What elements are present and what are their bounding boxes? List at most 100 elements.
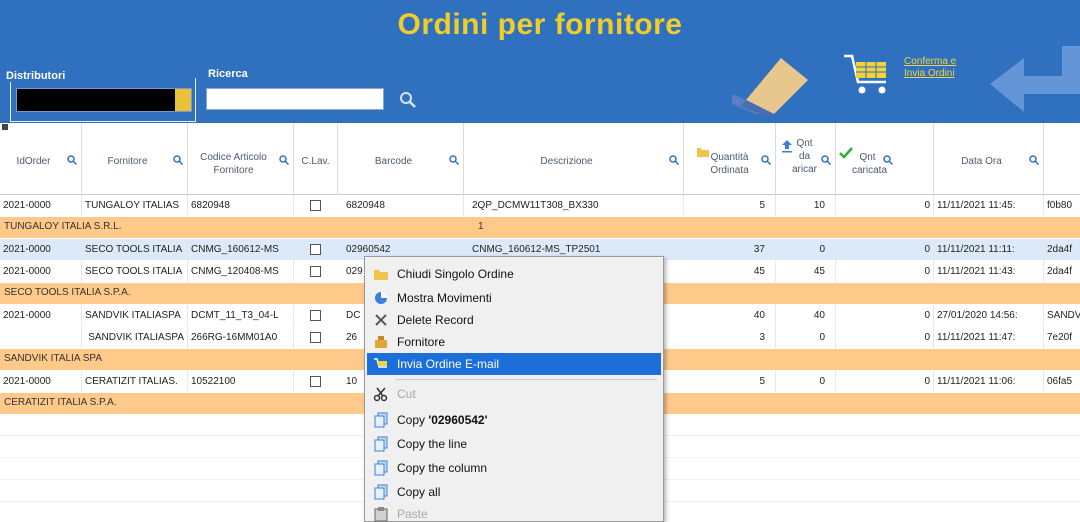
- cell-qty: 45: [684, 261, 776, 282]
- cell-to-load: 10: [776, 195, 836, 216]
- c-lav-checkbox[interactable]: [310, 200, 321, 211]
- filter-search-icon[interactable]: [173, 155, 183, 165]
- menu-delete-record[interactable]: Delete Record: [367, 309, 661, 331]
- col-qty-loaded[interactable]: Qnt caricata: [836, 123, 934, 195]
- filter-search-icon[interactable]: [883, 155, 893, 165]
- menu-supplier[interactable]: Fornitore: [367, 331, 661, 353]
- dropdown-arrow-icon[interactable]: [175, 89, 191, 111]
- col-date-time[interactable]: Data Ora: [934, 123, 1044, 195]
- c-lav-checkbox[interactable]: [310, 266, 321, 277]
- col-qty-to-load[interactable]: Qnt da aricar: [776, 123, 836, 195]
- distributor-label: Distributori: [4, 70, 68, 82]
- cell-barcode: 6820948: [338, 195, 464, 216]
- cell-supplier: SECO TOOLS ITALIA: [82, 239, 188, 260]
- col-extra[interactable]: [1044, 123, 1080, 195]
- folder-icon: [374, 270, 388, 280]
- page-title: Ordini per fornitore: [397, 8, 683, 41]
- filter-search-icon[interactable]: [669, 155, 679, 165]
- menu-copy-value[interactable]: Copy '02960542': [367, 409, 661, 431]
- group-name: SANDVIK ITALIA SPA: [4, 353, 102, 364]
- c-lav-checkbox[interactable]: [310, 244, 321, 255]
- cell-date: 11/11/2021 11:06:: [934, 371, 1044, 392]
- cell-loaded: 0: [836, 305, 934, 326]
- cell-extra: f0b80: [1047, 200, 1073, 211]
- cell-code: CNMG_120408-MS: [188, 261, 294, 282]
- cell-supplier: SANDVIK ITALIASPA: [82, 305, 188, 326]
- col-load-line2: da: [798, 151, 811, 162]
- filter-search-icon[interactable]: [449, 155, 459, 165]
- table-row[interactable]: 2021-0000 TUNGALOY ITALIAS 6820948 68209…: [0, 195, 1080, 216]
- c-lav-checkbox[interactable]: [310, 376, 321, 387]
- cart-icon[interactable]: [842, 48, 894, 100]
- menu-copy-value-text: '02960542': [428, 413, 488, 427]
- filter-search-icon[interactable]: [761, 155, 771, 165]
- col-barcode[interactable]: Barcode: [338, 123, 464, 195]
- menu-label: Delete Record: [397, 313, 474, 327]
- col-supplier[interactable]: Fornitore: [82, 123, 188, 195]
- scissors-icon: [373, 387, 388, 402]
- cell-to-load: 45: [776, 261, 836, 282]
- menu-copy-all[interactable]: Copy all: [367, 481, 661, 503]
- delete-icon: [375, 314, 387, 326]
- cell-code: 10522100: [188, 371, 294, 392]
- c-lav-checkbox[interactable]: [310, 332, 321, 343]
- cell-date: 11/11/2021 11:11:: [934, 239, 1044, 260]
- col-c-lav[interactable]: C.Lav.: [294, 123, 338, 195]
- filter-search-icon[interactable]: [821, 155, 831, 165]
- cell-code: 266RG-16MM01A0: [188, 327, 294, 348]
- menu-label: Copy the line: [397, 437, 468, 451]
- cell-to-load: 40: [776, 305, 836, 326]
- app-window: Ordini per fornitore Distributori Ricerc…: [0, 0, 1080, 522]
- col-id-order[interactable]: IdOrder: [0, 123, 82, 195]
- cell-loaded: 0: [836, 195, 934, 216]
- menu-separator: [395, 379, 657, 380]
- cell-code: 6820948: [188, 195, 294, 216]
- group-row[interactable]: TUNGALOY ITALIA S.R.L. 1: [0, 217, 1080, 238]
- cell-date: 11/11/2021 11:47:: [934, 327, 1044, 348]
- c-lav-checkbox[interactable]: [310, 310, 321, 321]
- menu-label: Invia Ordine E-mail: [397, 357, 500, 371]
- filter-search-icon[interactable]: [67, 155, 77, 165]
- confirm-link-line2: Invia Ordini: [904, 68, 955, 79]
- menu-label: Copy all: [397, 485, 441, 499]
- confirm-send-orders-link[interactable]: Conferma e Invia Ordini: [904, 56, 956, 80]
- menu-label: Copy the column: [397, 461, 488, 475]
- cell-extra: SANDV: [1047, 310, 1080, 321]
- menu-show-moves[interactable]: Mostra Movimenti: [367, 287, 661, 309]
- menu-copy-column[interactable]: Copy the column: [367, 457, 661, 479]
- cell-supplier: SECO TOOLS ITALIA: [82, 261, 188, 282]
- menu-send-email[interactable]: Invia Ordine E-mail: [367, 353, 661, 375]
- header: Ordini per fornitore Distributori Ricerc…: [0, 0, 1080, 123]
- col-code-line2: Fornitore: [213, 165, 254, 176]
- cell-desc: 2QP_DCMW11T308_BX330: [464, 195, 684, 216]
- search-icon[interactable]: [398, 90, 418, 110]
- cell-qty: 5: [684, 371, 776, 392]
- col-loaded-line2: caricata: [852, 165, 888, 176]
- distributor-select[interactable]: [16, 88, 192, 112]
- filter-search-icon[interactable]: [279, 155, 289, 165]
- cell-qty: 5: [684, 195, 776, 216]
- cell-qty: 37: [684, 239, 776, 260]
- eraser-icon[interactable]: [726, 50, 814, 116]
- cell-loaded: 0: [836, 239, 934, 260]
- col-supplier-code[interactable]: Codice Articolo Fornitore: [188, 123, 294, 195]
- group-count: 1: [478, 221, 484, 232]
- search-input[interactable]: [206, 88, 384, 110]
- filter-search-icon[interactable]: [1029, 155, 1039, 165]
- paste-icon: [374, 507, 388, 522]
- copy-icon: [374, 412, 388, 428]
- col-qty-ordered[interactable]: Quantità Ordinata: [684, 123, 776, 195]
- menu-cut[interactable]: Cut: [367, 383, 661, 405]
- menu-close-order[interactable]: Chiudi Singolo Ordine: [367, 263, 661, 285]
- menu-copy-line[interactable]: Copy the line: [367, 433, 661, 455]
- cell-extra: 06fa5: [1047, 376, 1073, 387]
- cell-date: 11/11/2021 11:43:: [934, 261, 1044, 282]
- cell-loaded: 0: [836, 327, 934, 348]
- menu-label: Copy: [397, 413, 429, 427]
- back-arrow-icon[interactable]: [986, 44, 1080, 120]
- col-description[interactable]: Descrizione: [464, 123, 684, 195]
- cell-supplier: SANDVIK ITALIASPA: [82, 327, 188, 348]
- cell-date: 11/11/2021 11:45:: [934, 195, 1044, 216]
- cell-extra: 7e20f: [1047, 332, 1073, 343]
- menu-paste[interactable]: Paste: [367, 503, 661, 522]
